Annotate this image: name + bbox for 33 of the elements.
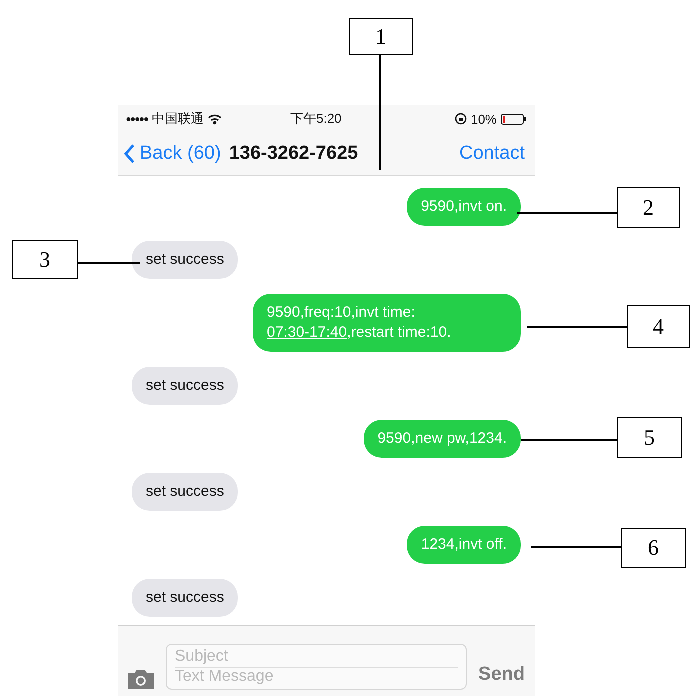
chevron-left-icon (124, 144, 135, 164)
subject-placeholder: Subject (175, 648, 458, 668)
wifi-icon (208, 114, 222, 124)
contact-link[interactable]: Contact (460, 143, 525, 165)
time-link[interactable]: 07:30-17:40 (267, 324, 348, 341)
signal-strength: ●●●●● (126, 114, 148, 124)
battery-icon (501, 114, 527, 124)
leader-line (78, 262, 140, 264)
camera-icon[interactable] (126, 668, 156, 690)
send-button[interactable]: Send (476, 664, 527, 690)
callout-label: 6 (621, 528, 686, 568)
message-bubble: set success (132, 367, 238, 405)
back-link[interactable]: Back (60) (124, 143, 222, 165)
message-bubble: set success (132, 241, 238, 279)
message-bubble: 9590,new pw,1234. (364, 420, 521, 458)
message-bubble: 1234,invt off. (407, 526, 521, 564)
callout-label: 3 (12, 240, 78, 279)
battery-percent: 10% (470, 112, 497, 126)
message-placeholder: Text Message (175, 668, 275, 686)
message-field[interactable]: Subject Text Message (166, 644, 467, 690)
callout-label: 4 (627, 305, 690, 348)
carrier-name: 中国联通 (152, 110, 204, 128)
back-label: Back (60) (140, 143, 222, 165)
message-bubble: 9590,invt on. (407, 188, 521, 226)
callout-label: 1 (349, 18, 413, 55)
message-bubble: 9590,freq:10,invt time: 07:30-17:40,restart time:10. (253, 294, 521, 352)
rotation-lock-icon (454, 113, 467, 125)
callout-label: 5 (617, 417, 682, 458)
message-bubble: set success (132, 579, 238, 617)
clock-time: 下午5:20 (290, 110, 343, 128)
callout-label: 2 (617, 187, 680, 228)
contact-number: 136-3262-7625 (229, 143, 360, 165)
message-bubble: set success (132, 473, 238, 511)
